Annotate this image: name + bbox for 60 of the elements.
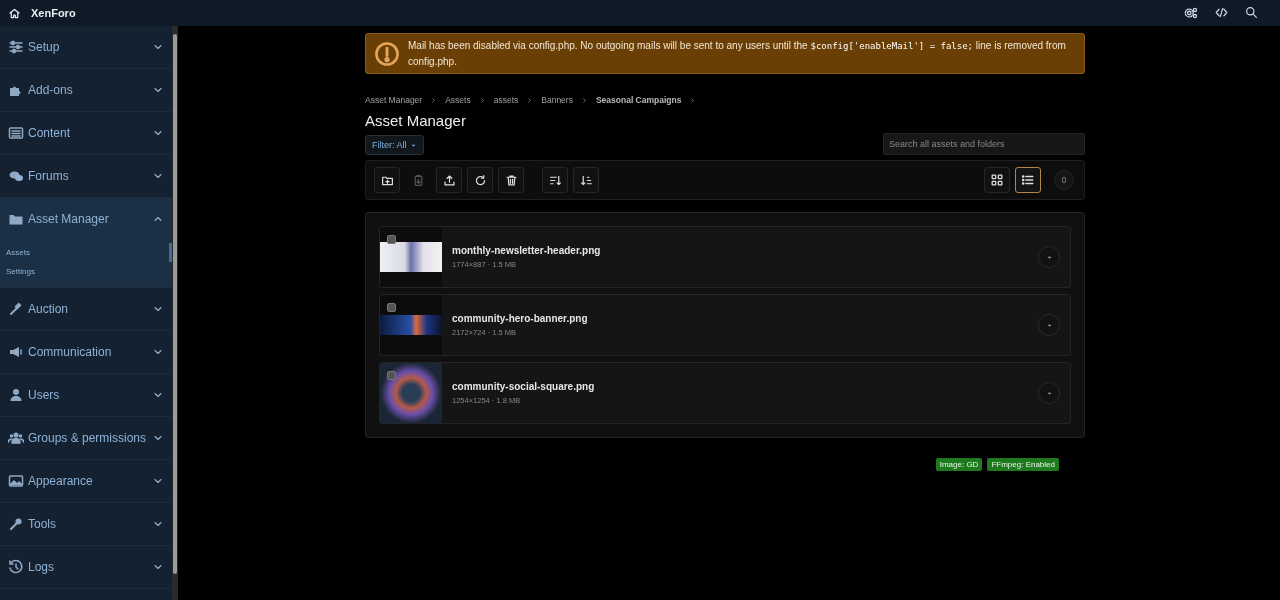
checkbox[interactable] [387, 303, 396, 312]
checkbox[interactable] [387, 371, 396, 380]
home-icon[interactable] [8, 6, 21, 20]
chevron-right-icon [526, 96, 534, 104]
warning-icon [374, 40, 400, 67]
photo-placeholder [380, 315, 442, 335]
user-icon [8, 387, 24, 403]
photo-placeholder [380, 363, 442, 423]
page-title: Asset Manager [365, 112, 467, 129]
chevron-right-icon [430, 96, 438, 104]
grid-view-icon [990, 173, 1004, 187]
file-name[interactable]: community-social-square.png [452, 381, 1038, 392]
gear-icon[interactable] [1184, 6, 1198, 20]
grid-view-button[interactable] [984, 167, 1010, 193]
status-badge: FFmpeg: Enabled [987, 458, 1059, 471]
list-view-button[interactable] [1015, 167, 1041, 193]
gavel-icon [8, 301, 24, 317]
breadcrumb-link[interactable]: Assets [445, 95, 471, 105]
scrollbar[interactable] [172, 26, 178, 600]
refresh-icon [473, 173, 487, 187]
photo-placeholder [380, 242, 442, 272]
file-name[interactable]: monthly-newsletter-header.png [452, 245, 1038, 256]
selection-count: 0 [1054, 170, 1074, 190]
breadcrumb-link[interactable]: assets [493, 95, 519, 105]
sidebar-subitem[interactable]: Settings [0, 262, 172, 281]
list-view-icon [1021, 173, 1035, 187]
upload-icon [442, 173, 456, 187]
image-icon [8, 473, 24, 489]
breadcrumb-link[interactable]: Asset Manager [365, 95, 423, 105]
megaphone-icon [8, 344, 24, 360]
history-icon [8, 559, 24, 575]
users-icon [8, 430, 24, 446]
sort-icon [548, 173, 562, 187]
breadcrumb-link[interactable]: Banners [541, 95, 573, 105]
list-icon [8, 125, 24, 141]
filter-dropdown[interactable]: Filter: All [365, 135, 424, 155]
chevron-right-icon [478, 96, 486, 104]
code-icon[interactable] [1215, 6, 1228, 19]
refresh-button[interactable] [467, 167, 493, 193]
chevron-right-icon [689, 96, 697, 104]
notice-text: Mail has been disabled via config.php. No outgoing mails will be sent to any users until the $config['enableMail'] = false; line is removed from config.php. [408, 39, 1067, 69]
status-badge: Image: GD [935, 458, 983, 471]
chevron-right-icon [580, 96, 588, 104]
app-title[interactable]: XenForo [31, 7, 76, 19]
sidebar-item[interactable]: Asset Manager [0, 198, 172, 240]
sort-icon [579, 173, 593, 187]
trash-icon [504, 173, 518, 187]
new-folder-button[interactable] [374, 167, 400, 193]
breadcrumb-link[interactable]: Seasonal Campaigns [595, 95, 682, 105]
file-name[interactable]: community-hero-banner.png [452, 313, 1038, 324]
scrollbar-thumb[interactable] [173, 34, 177, 574]
search-icon[interactable] [1245, 6, 1258, 19]
sliders-icon [8, 39, 24, 55]
search-field[interactable]: Search all assets and folders [883, 133, 1085, 155]
sort-button[interactable] [542, 167, 568, 193]
sort-button[interactable] [573, 167, 599, 193]
wrench-icon [8, 516, 24, 532]
upload-button[interactable] [436, 167, 462, 193]
trash-button[interactable] [498, 167, 524, 193]
checkbox[interactable] [387, 235, 396, 244]
